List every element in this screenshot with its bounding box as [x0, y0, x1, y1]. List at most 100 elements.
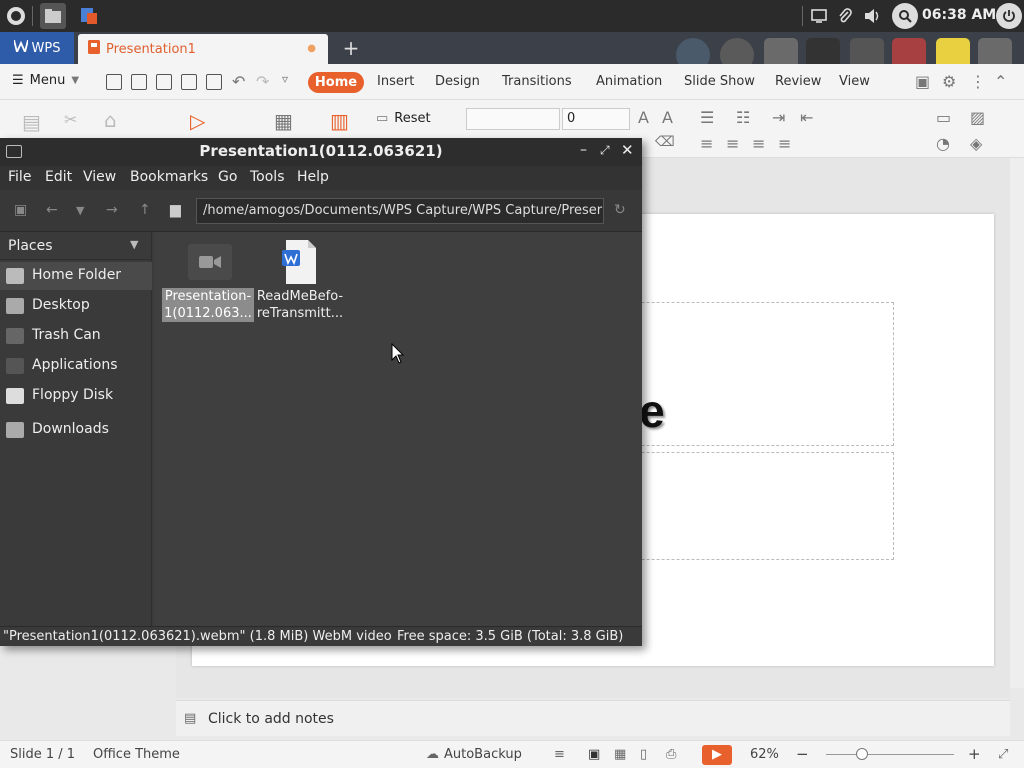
- reset-button[interactable]: ▭ Reset: [376, 111, 431, 126]
- normal-view-icon[interactable]: ▣: [588, 747, 600, 762]
- place-downloads[interactable]: Downloads: [0, 416, 152, 444]
- paste-icon[interactable]: ▤: [22, 110, 41, 134]
- autobackup-label[interactable]: AutoBackup: [444, 747, 522, 762]
- vertical-scrollbar[interactable]: [1010, 158, 1024, 688]
- undo-icon[interactable]: ↶: [232, 72, 245, 91]
- file-item-document[interactable]: ReadMeBefo- reTransmitt...: [254, 240, 346, 334]
- more-options-icon[interactable]: ⋮: [970, 72, 986, 91]
- main-menu-button[interactable]: ☰ Menu ▼: [12, 73, 79, 88]
- places-header[interactable]: Places ▼: [0, 232, 152, 260]
- place-home-folder[interactable]: Home Folder: [0, 262, 152, 290]
- ribbon-tab-view[interactable]: View: [839, 74, 870, 89]
- font-size-select[interactable]: 0: [562, 108, 630, 130]
- menu-go[interactable]: Go: [218, 169, 237, 185]
- menu-help[interactable]: Help: [297, 169, 329, 185]
- slide-sorter-icon[interactable]: ▦: [614, 747, 626, 762]
- font-name-select[interactable]: [466, 108, 560, 130]
- quick-access-chevron-icon[interactable]: ▿: [282, 72, 288, 86]
- wps-home-tab[interactable]: WPS: [0, 32, 74, 64]
- place-trash-can[interactable]: Trash Can: [0, 322, 152, 350]
- file-item-video[interactable]: Presentation- 1(0112.063...: [162, 244, 254, 334]
- ribbon-tab-home[interactable]: Home: [308, 72, 364, 93]
- print-icon[interactable]: [181, 74, 197, 90]
- wps-launcher-icon[interactable]: [76, 3, 102, 29]
- zoom-level[interactable]: 62%: [750, 747, 779, 762]
- menu-file[interactable]: File: [8, 169, 31, 185]
- shapes-icon[interactable]: ◔: [936, 134, 950, 153]
- align-right-icon[interactable]: ≡: [752, 134, 765, 153]
- play-slideshow-icon[interactable]: ▷: [190, 109, 205, 133]
- home-folder-icon[interactable]: ▆: [170, 202, 181, 218]
- menu-tools[interactable]: Tools: [250, 169, 285, 185]
- ribbon-tab-insert[interactable]: Insert: [377, 74, 414, 89]
- zoom-slider-track[interactable]: [826, 754, 954, 755]
- open-icon[interactable]: [106, 74, 122, 90]
- place-applications[interactable]: Applications: [0, 352, 152, 380]
- indent-icon[interactable]: ⇥: [772, 108, 785, 127]
- presentation-tab[interactable]: Presentation1 ●: [78, 34, 328, 64]
- notes-pane[interactable]: ▤ Click to add notes: [176, 700, 1010, 736]
- screen-icon[interactable]: [806, 3, 832, 29]
- grow-font-icon[interactable]: A: [638, 108, 649, 127]
- notes-toggle-icon[interactable]: ≡: [554, 747, 565, 762]
- picture-icon[interactable]: ▨: [970, 108, 985, 127]
- text-box-icon[interactable]: ▭: [936, 108, 951, 127]
- outdent-icon[interactable]: ⇤: [800, 108, 813, 127]
- layout-icon[interactable]: ▣: [915, 72, 930, 91]
- cut-icon[interactable]: ✂: [64, 110, 77, 129]
- zoom-in-button[interactable]: +: [968, 745, 981, 763]
- layout-slide-icon[interactable]: ▥: [330, 109, 349, 133]
- ribbon-tab-slide-show[interactable]: Slide Show: [684, 74, 755, 89]
- ribbon-tab-transitions[interactable]: Transitions: [502, 74, 572, 89]
- menu-edit[interactable]: Edit: [45, 169, 72, 185]
- place-desktop[interactable]: Desktop: [0, 292, 152, 320]
- menu-view[interactable]: View: [83, 169, 116, 185]
- reading-view-icon[interactable]: ▯: [640, 747, 647, 762]
- new-slide-icon[interactable]: ▦: [274, 109, 293, 133]
- minimize-icon[interactable]: –: [580, 142, 587, 158]
- justify-icon[interactable]: ≡: [778, 134, 791, 153]
- history-chevron-icon[interactable]: ▼: [76, 204, 84, 217]
- play-icon[interactable]: ▶: [702, 745, 732, 765]
- file-view[interactable]: Presentation- 1(0112.063... ReadMeBefo- …: [154, 232, 642, 626]
- menu-bookmarks[interactable]: Bookmarks: [130, 169, 208, 185]
- ribbon-tab-design[interactable]: Design: [435, 74, 480, 89]
- back-icon[interactable]: ←: [46, 202, 58, 218]
- ribbon-tab-animation[interactable]: Animation: [596, 74, 662, 89]
- save-icon[interactable]: [131, 74, 147, 90]
- gear-icon[interactable]: ⚙: [942, 72, 956, 91]
- presenter-icon[interactable]: ⎙: [666, 747, 676, 762]
- new-window-icon[interactable]: ▣: [14, 202, 27, 218]
- refresh-icon[interactable]: ↻: [614, 202, 626, 218]
- file-manager-launcher-icon[interactable]: [40, 3, 66, 29]
- place-floppy-disk[interactable]: Floppy Disk: [0, 382, 152, 410]
- align-center-icon[interactable]: ≡: [726, 134, 739, 153]
- bullets-icon[interactable]: ☰: [700, 108, 714, 127]
- format-painter-icon[interactable]: ⌂: [104, 108, 117, 132]
- theme-name[interactable]: Office Theme: [93, 747, 180, 762]
- redo-icon[interactable]: ↷: [256, 72, 269, 91]
- zoom-slider-thumb[interactable]: [856, 748, 868, 760]
- close-icon[interactable]: ✕: [621, 141, 634, 159]
- fit-to-window-icon[interactable]: ⤢: [998, 747, 1008, 762]
- attachment-icon[interactable]: [832, 3, 858, 29]
- shrink-font-icon[interactable]: A: [662, 108, 673, 127]
- zoom-out-button[interactable]: −: [796, 745, 809, 763]
- up-icon[interactable]: ↑: [139, 202, 151, 218]
- arrange-icon[interactable]: ◈: [970, 134, 982, 153]
- forward-icon[interactable]: →: [106, 202, 118, 218]
- clock[interactable]: 06:38 AM: [922, 7, 996, 23]
- ribbon-tab-review[interactable]: Review: [775, 74, 821, 89]
- eraser-icon[interactable]: ⌫: [655, 134, 675, 150]
- new-tab-button[interactable]: +: [340, 36, 362, 60]
- power-icon[interactable]: [996, 3, 1022, 29]
- search-icon[interactable]: [892, 3, 918, 29]
- path-input[interactable]: /home/amogos/Documents/WPS Capture/WPS C…: [196, 198, 604, 224]
- maximize-icon[interactable]: ⤢: [600, 143, 610, 158]
- numbering-icon[interactable]: ☷: [736, 108, 750, 127]
- export-icon[interactable]: [156, 74, 172, 90]
- file-manager-titlebar[interactable]: Presentation1(0112.063621) – ⤢ ✕: [0, 138, 642, 166]
- collapse-ribbon-icon[interactable]: ⌃: [994, 72, 1007, 91]
- align-left-icon[interactable]: ≡: [700, 134, 713, 153]
- print-preview-icon[interactable]: [206, 74, 222, 90]
